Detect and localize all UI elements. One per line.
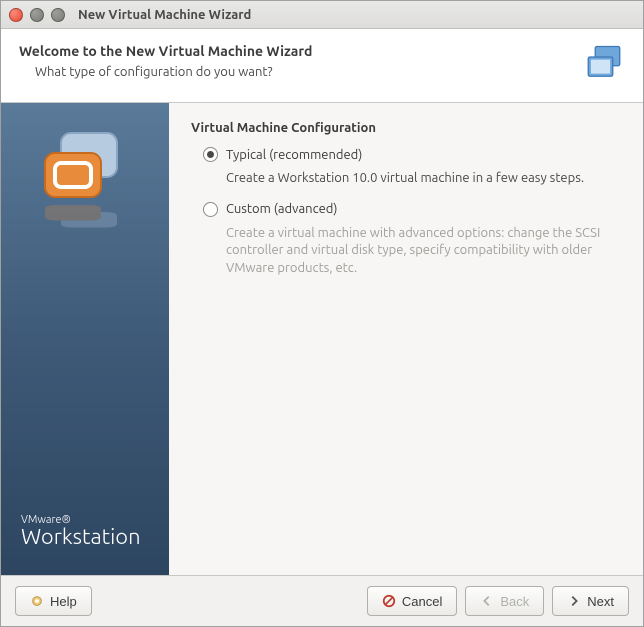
brand-text: VMware® Workstation (1, 514, 169, 549)
maximize-icon[interactable] (51, 8, 65, 22)
help-label: Help (50, 594, 77, 609)
wizard-body: VMware® Workstation Virtual Machine Conf… (1, 103, 643, 575)
next-icon (567, 594, 581, 608)
content-panel: Virtual Machine Configuration Typical (r… (169, 103, 643, 575)
back-label: Back (500, 594, 529, 609)
header-subtitle: What type of configuration do you want? (35, 65, 312, 79)
wizard-header: Welcome to the New Virtual Machine Wizar… (1, 29, 643, 103)
section-title: Virtual Machine Configuration (191, 121, 621, 135)
vmware-logo-icon (35, 131, 135, 241)
header-text: Welcome to the New Virtual Machine Wizar… (19, 43, 312, 79)
option-custom[interactable]: Custom (advanced) Create a virtual machi… (203, 202, 621, 278)
footer-right-group: Cancel Back Next (367, 586, 629, 616)
radio-typical[interactable] (203, 147, 218, 162)
cancel-label: Cancel (402, 594, 442, 609)
vm-icon (583, 43, 625, 88)
wizard-window: New Virtual Machine Wizard Welcome to th… (0, 0, 644, 627)
next-label: Next (587, 594, 614, 609)
minimize-icon[interactable] (30, 8, 44, 22)
option-typical-label: Typical (recommended) (226, 148, 362, 162)
option-custom-label: Custom (advanced) (226, 202, 337, 216)
back-button: Back (465, 586, 544, 616)
help-icon (30, 594, 44, 608)
next-button[interactable]: Next (552, 586, 629, 616)
titlebar: New Virtual Machine Wizard (1, 1, 643, 29)
wizard-footer: Help Cancel Back Next (1, 575, 643, 626)
cancel-icon (382, 594, 396, 608)
option-custom-desc: Create a virtual machine with advanced o… (226, 225, 621, 278)
option-typical[interactable]: Typical (recommended) Create a Workstati… (203, 147, 621, 188)
option-typical-desc: Create a Workstation 10.0 virtual machin… (226, 170, 621, 188)
brand-name-big: Workstation (21, 524, 169, 549)
radio-custom[interactable] (203, 202, 218, 217)
sidebar: VMware® Workstation (1, 103, 169, 575)
header-title: Welcome to the New Virtual Machine Wizar… (19, 43, 312, 59)
close-icon[interactable] (9, 8, 23, 22)
window-title: New Virtual Machine Wizard (78, 8, 251, 22)
back-icon (480, 594, 494, 608)
help-button[interactable]: Help (15, 586, 92, 616)
cancel-button[interactable]: Cancel (367, 586, 457, 616)
